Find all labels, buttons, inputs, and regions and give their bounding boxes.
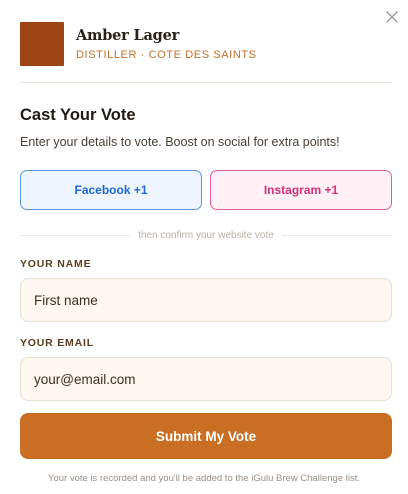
submit-vote-button[interactable]: Submit My Vote (20, 413, 392, 459)
vote-modal: Amber Lager DISTILLER · COTE DES SAINTS … (0, 0, 408, 494)
close-icon (386, 11, 398, 23)
separator-line-right (281, 234, 392, 236)
footnote: Your vote is recorded and you'll be adde… (48, 473, 360, 484)
product-header: Amber Lager DISTILLER · COTE DES SAINTS (20, 22, 257, 66)
name-label: YOUR NAME (20, 258, 92, 270)
facebook-boost-button[interactable]: Facebook +1 (20, 170, 202, 210)
separator-line-left (20, 234, 131, 236)
name-input[interactable] (20, 278, 392, 322)
vote-title: Cast Your Vote (20, 106, 136, 124)
close-button[interactable] (383, 8, 401, 26)
product-name: Amber Lager (76, 26, 180, 44)
product-meta: DISTILLER · COTE DES SAINTS (76, 48, 257, 61)
instagram-boost-button[interactable]: Instagram +1 (210, 170, 392, 210)
email-label: YOUR EMAIL (20, 337, 94, 349)
confirm-text: then confirm your website vote (138, 229, 274, 241)
email-input[interactable] (20, 357, 392, 401)
vote-subtitle: Enter your details to vote. Boost on soc… (20, 135, 340, 149)
product-thumbnail (20, 22, 64, 66)
product-info: Amber Lager DISTILLER · COTE DES SAINTS (76, 27, 257, 62)
header-divider (20, 82, 392, 83)
confirm-separator: then confirm your website vote (20, 227, 392, 243)
